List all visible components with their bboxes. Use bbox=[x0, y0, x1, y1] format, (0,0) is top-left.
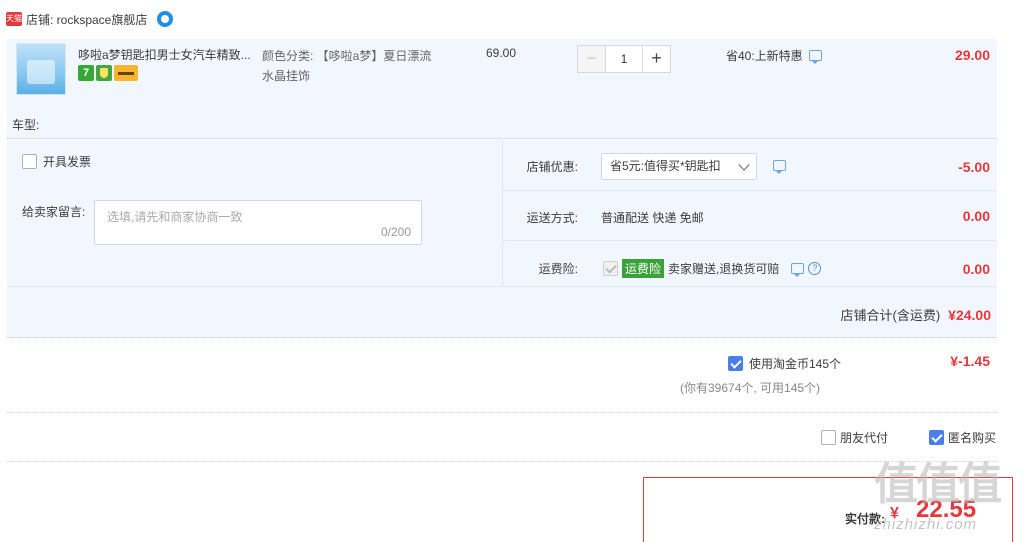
sku-color-cont: 水晶挂饰 bbox=[262, 69, 311, 83]
taojinbi-amount: ¥-1.45 bbox=[950, 353, 990, 369]
anonymous-label: 匿名购买 bbox=[948, 431, 997, 445]
row-divider bbox=[503, 240, 997, 241]
shop-header: 天猫 店铺: rockspace旗舰店 bbox=[6, 9, 174, 29]
insurance-label: 运费险: bbox=[538, 262, 578, 276]
taojinbi-label: 使用淘金币145个 bbox=[749, 357, 842, 371]
insurance-amount: 0.00 bbox=[962, 261, 990, 277]
seller-note-field[interactable]: 选填,请先和商家协商一致 0/200 bbox=[94, 200, 422, 245]
payment-amount: 22.55 bbox=[916, 496, 977, 523]
seller-note-label: 给卖家留言: bbox=[22, 205, 86, 219]
invoice-checkbox[interactable] bbox=[22, 154, 37, 169]
store-total-label: 店铺合计(含运费) bbox=[840, 308, 941, 323]
anonymous-option[interactable]: 匿名购买 bbox=[929, 429, 996, 446]
promo-comment-icon[interactable] bbox=[808, 50, 822, 64]
coupon-label: 店铺优惠: bbox=[526, 160, 578, 174]
payment-label: 实付款: bbox=[845, 512, 885, 526]
unit-price: 69.00 bbox=[486, 46, 517, 60]
sku-info: 颜色分类: 【哆啦a梦】夏日漂流 水晶挂饰 bbox=[262, 46, 447, 86]
row-divider bbox=[503, 190, 997, 191]
credit-card-icon[interactable] bbox=[114, 65, 138, 81]
shipping-label: 运送方式: bbox=[526, 211, 578, 225]
seven-day-return-icon[interactable]: 7 bbox=[78, 65, 94, 81]
friend-pay-label: 朋友代付 bbox=[840, 431, 889, 445]
qty-decrease-button[interactable]: − bbox=[577, 45, 605, 73]
row-divider bbox=[7, 286, 997, 287]
invoice-label: 开具发票 bbox=[43, 155, 92, 169]
help-icon[interactable]: ? bbox=[808, 262, 822, 275]
coupon-comment-icon[interactable] bbox=[773, 160, 786, 174]
store-total-value: ¥24.00 bbox=[948, 307, 991, 323]
item-promo: 省40:上新特惠 bbox=[726, 47, 822, 64]
quantity-stepper: − 1 + bbox=[577, 45, 671, 73]
item-subtotal: 29.00 bbox=[954, 47, 990, 63]
insurance-badge: 运费险 bbox=[622, 259, 665, 278]
shipping-method: 普通配送 快递 免邮 bbox=[601, 211, 704, 225]
tmall-icon: 天猫 bbox=[6, 12, 22, 26]
insurance-option: 运费险 卖家赠送,退换货可赔 ? bbox=[603, 259, 822, 278]
taojinbi-option[interactable]: 使用淘金币145个 bbox=[728, 355, 841, 372]
section-divider bbox=[7, 461, 997, 462]
sku-color: 颜色分类: 【哆啦a梦】夏日漂流 bbox=[262, 49, 432, 63]
shop-name-link[interactable]: 店铺: rockspace旗舰店 bbox=[26, 11, 147, 28]
insurance-checkbox bbox=[603, 261, 618, 276]
friend-pay-option[interactable]: 朋友代付 bbox=[821, 429, 888, 446]
service-icons: 7 bbox=[78, 65, 138, 81]
chevron-down-icon bbox=[738, 159, 750, 171]
invoice-option[interactable]: 开具发票 bbox=[22, 153, 91, 170]
product-title-link[interactable]: 哆啦a梦钥匙扣男士女汽车精致... bbox=[78, 46, 256, 63]
shipping-amount: 0.00 bbox=[962, 208, 990, 224]
product-thumbnail[interactable] bbox=[16, 43, 66, 95]
guarantee-icon[interactable] bbox=[96, 65, 112, 81]
promo-text: 省40:上新特惠 bbox=[726, 49, 803, 63]
car-type-label: 车型: bbox=[12, 118, 40, 132]
section-divider bbox=[7, 412, 997, 413]
qty-input[interactable]: 1 bbox=[605, 45, 643, 73]
taojinbi-balance: (你有39674个, 可用145个) bbox=[680, 381, 821, 395]
coupon-select[interactable]: 省5元:值得买*钥匙扣 bbox=[601, 153, 757, 180]
insurance-comment-icon[interactable] bbox=[791, 263, 805, 277]
friend-pay-checkbox[interactable] bbox=[821, 430, 836, 445]
taojinbi-checkbox[interactable] bbox=[728, 356, 743, 371]
seller-note-counter: 0/200 bbox=[380, 225, 411, 239]
payment-currency: ¥ bbox=[890, 505, 899, 522]
store-total: 店铺合计(含运费) ¥24.00 bbox=[700, 305, 992, 324]
qty-increase-button[interactable]: + bbox=[643, 45, 671, 73]
wangwang-chat-icon[interactable] bbox=[157, 11, 174, 27]
coupon-amount: -5.00 bbox=[958, 159, 990, 175]
coupon-select-value: 省5元:值得买*钥匙扣 bbox=[610, 159, 721, 173]
insurance-text: 卖家赠送,退换货可赔 bbox=[668, 262, 780, 276]
seller-note-placeholder: 选填,请先和商家协商一致 bbox=[107, 210, 243, 224]
anonymous-checkbox[interactable] bbox=[929, 430, 944, 445]
